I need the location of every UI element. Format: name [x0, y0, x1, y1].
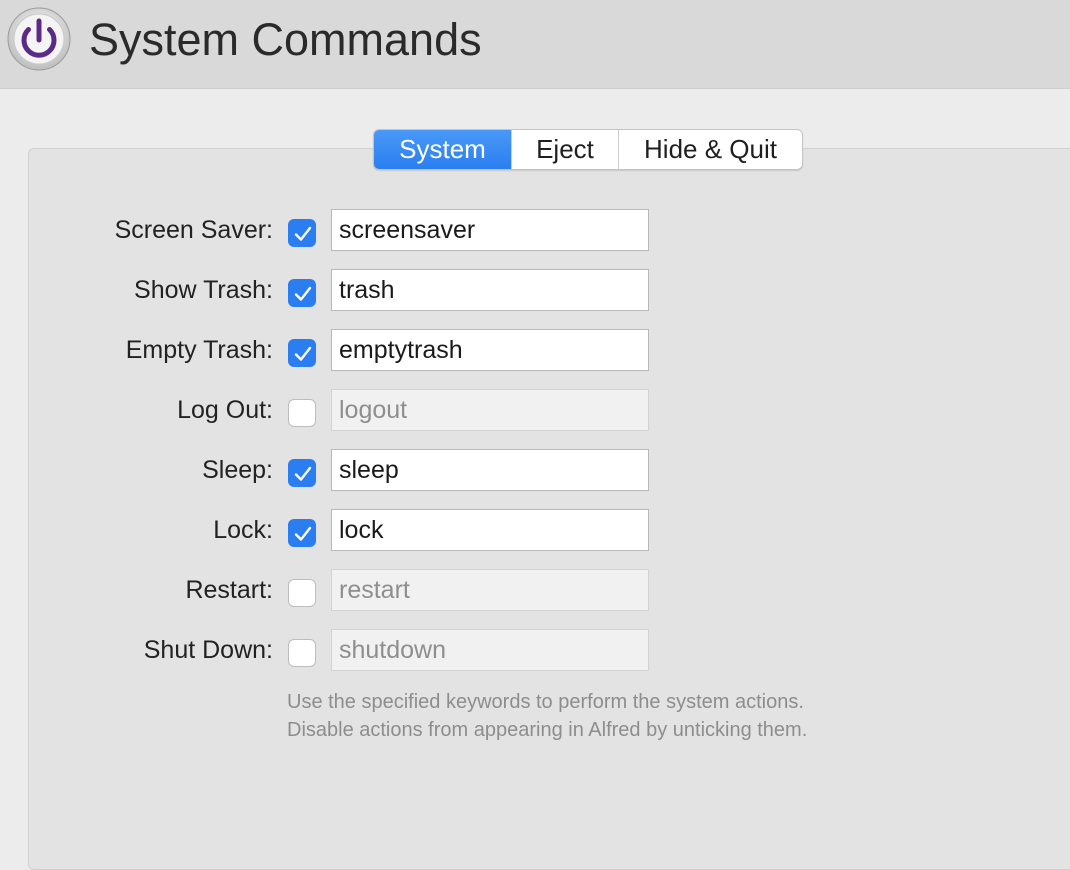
command-row-lock: Lock: lock — [0, 509, 700, 551]
command-label: Shut Down: — [143, 636, 273, 664]
checkmark-icon — [294, 346, 312, 361]
command-row-sleep: Sleep: sleep — [0, 449, 700, 491]
command-checkbox[interactable] — [288, 219, 316, 247]
help-text-line: Disable actions from appearing in Alfred… — [287, 719, 808, 741]
tab-hide-and-quit[interactable]: Hide & Quit — [618, 130, 802, 169]
help-text: Use the specified keywords to perform th… — [287, 688, 807, 744]
command-checkbox[interactable] — [288, 579, 316, 607]
page-title: System Commands — [89, 14, 482, 65]
command-checkbox[interactable] — [288, 279, 316, 307]
command-row-log-out: Log Out: logout — [0, 389, 700, 431]
tab-system[interactable]: System — [374, 130, 511, 169]
help-text-line: Use the specified keywords to perform th… — [287, 691, 804, 713]
command-row-screen-saver: Screen Saver: screensaver — [0, 209, 700, 251]
power-icon — [7, 7, 71, 71]
command-label: Log Out: — [177, 396, 273, 424]
header-bar: System Commands — [0, 0, 1070, 89]
checkmark-icon — [294, 286, 312, 301]
command-row-restart: Restart: restart — [0, 569, 700, 611]
command-label: Empty Trash: — [125, 336, 273, 364]
command-checkbox[interactable] — [288, 399, 316, 427]
command-checkbox[interactable] — [288, 339, 316, 367]
command-checkbox[interactable] — [288, 459, 316, 487]
tab-bar: System Eject Hide & Quit — [373, 129, 803, 170]
keyword-field[interactable]: screensaver — [331, 209, 649, 251]
checkmark-icon — [294, 226, 312, 241]
keyword-field[interactable]: trash — [331, 269, 649, 311]
keyword-field[interactable]: restart — [331, 569, 649, 611]
keyword-field[interactable]: shutdown — [331, 629, 649, 671]
keyword-field[interactable]: sleep — [331, 449, 649, 491]
command-row-show-trash: Show Trash: trash — [0, 269, 700, 311]
checkmark-icon — [294, 526, 312, 541]
command-label: Restart: — [185, 576, 273, 604]
command-row-empty-trash: Empty Trash: emptytrash — [0, 329, 700, 371]
keyword-field[interactable]: lock — [331, 509, 649, 551]
command-row-shut-down: Shut Down: shutdown — [0, 629, 700, 671]
command-checkbox[interactable] — [288, 519, 316, 547]
command-label: Sleep: — [202, 456, 273, 484]
checkmark-icon — [294, 466, 312, 481]
command-label: Screen Saver: — [114, 216, 273, 244]
command-label: Lock: — [213, 516, 273, 544]
keyword-field[interactable]: logout — [331, 389, 649, 431]
command-label: Show Trash: — [134, 276, 273, 304]
tab-eject[interactable]: Eject — [511, 130, 618, 169]
command-checkbox[interactable] — [288, 639, 316, 667]
keyword-field[interactable]: emptytrash — [331, 329, 649, 371]
